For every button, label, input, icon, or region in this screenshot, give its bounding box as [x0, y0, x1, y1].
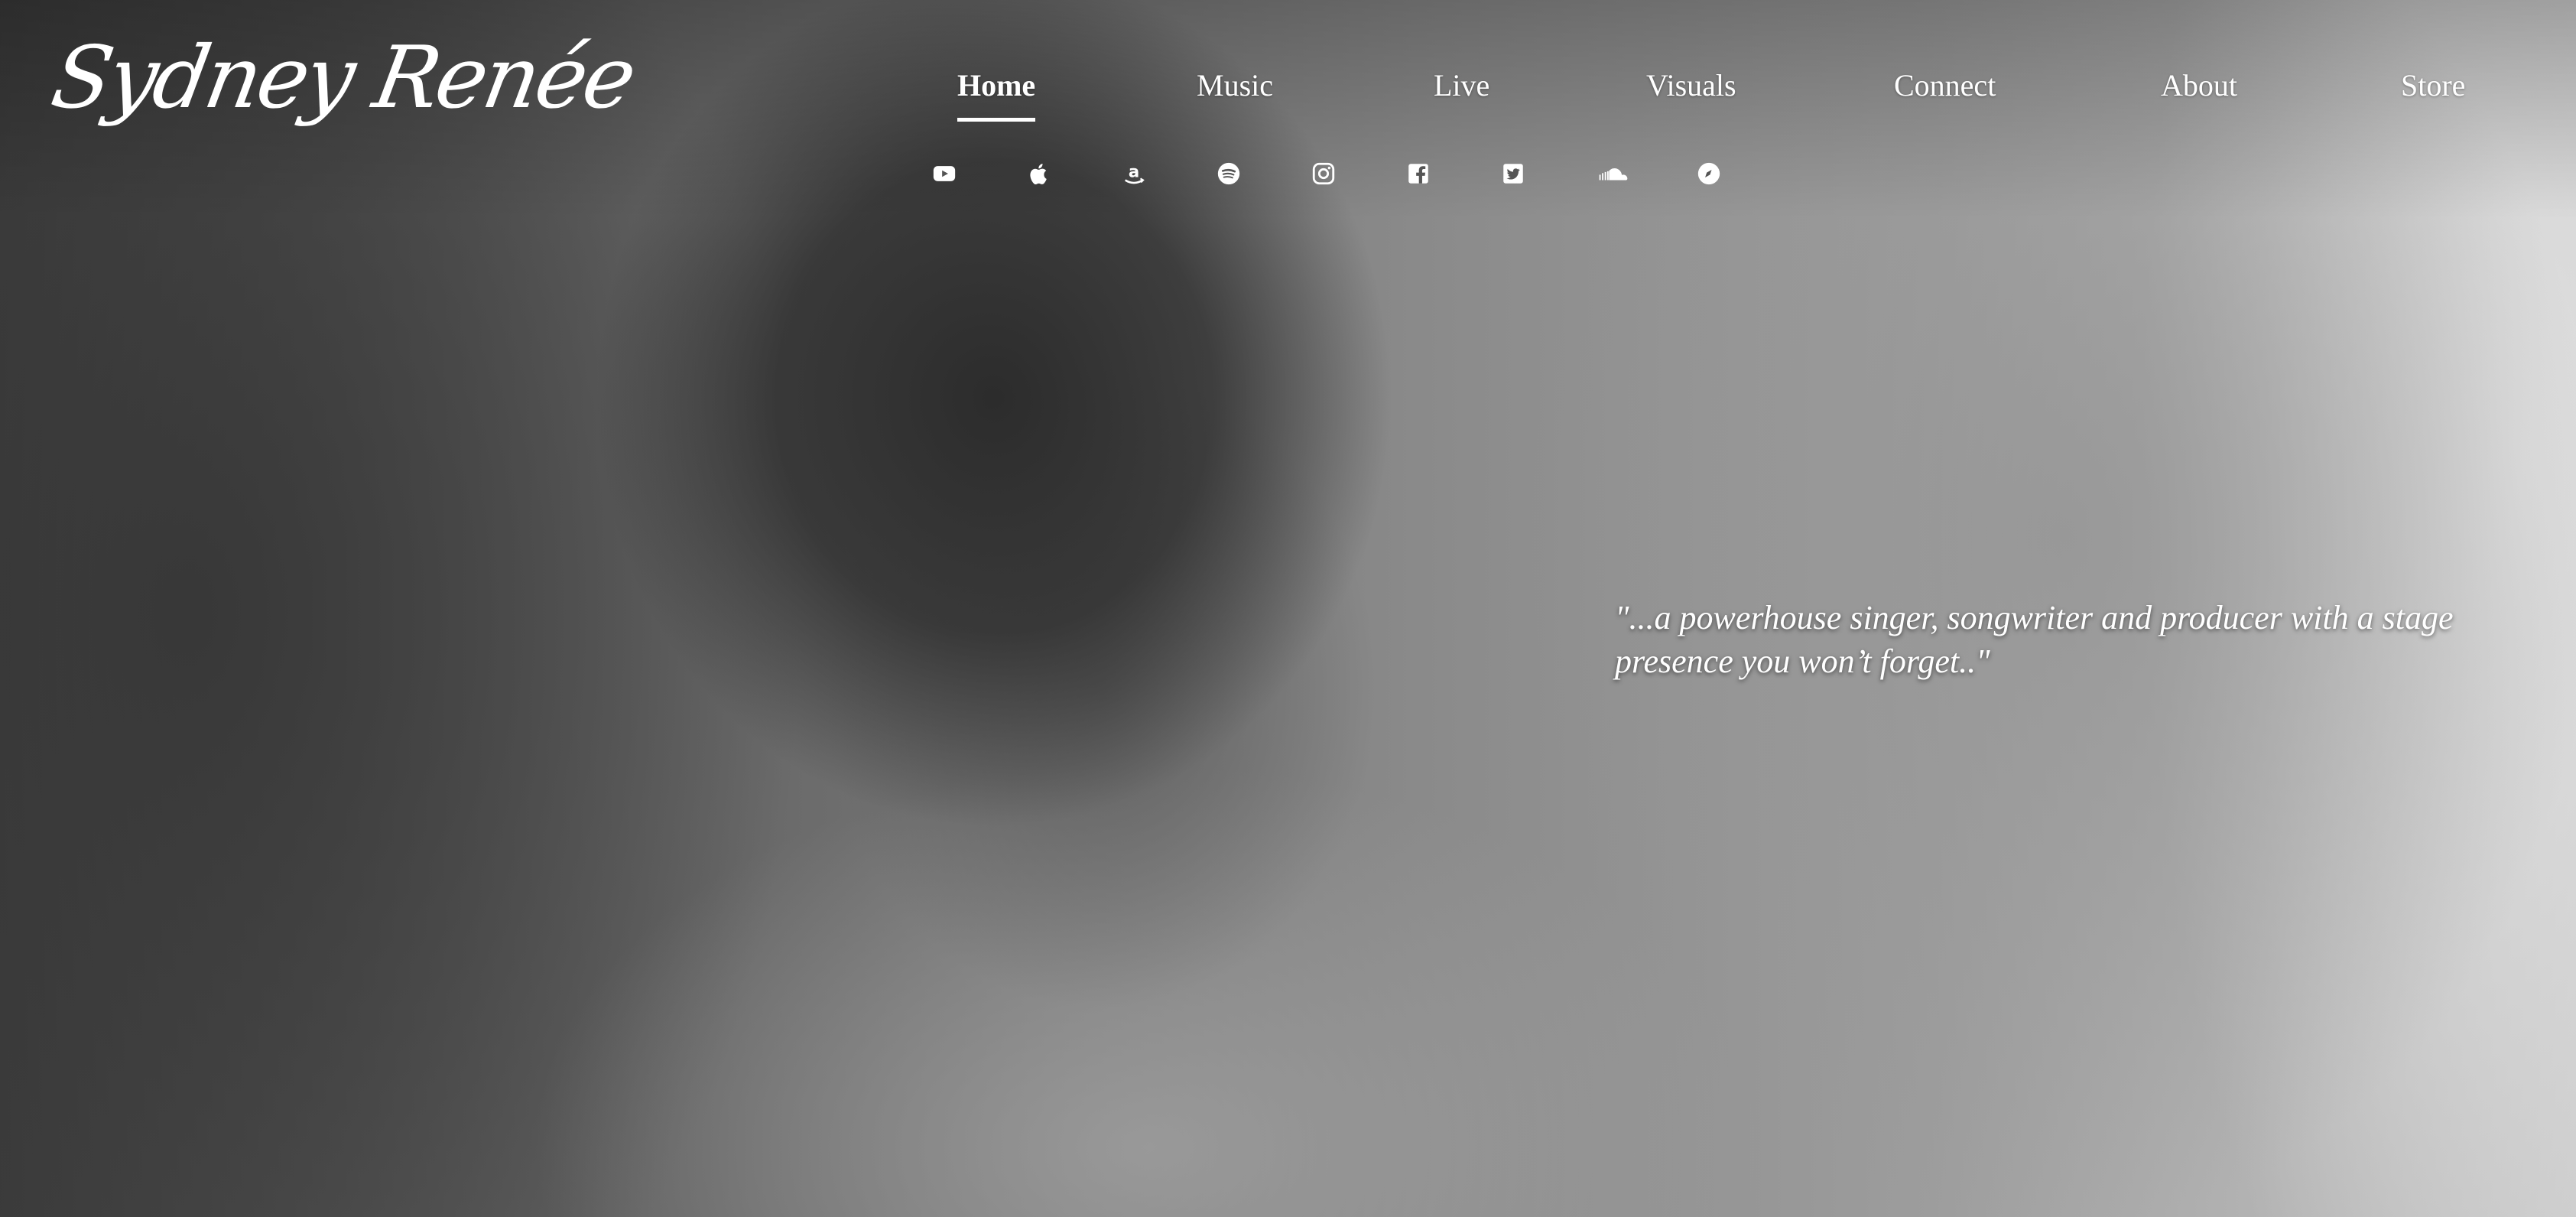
nav-item-live[interactable]: Live: [1434, 67, 1489, 103]
nav-item-home[interactable]: Home: [957, 67, 1036, 122]
site-logo[interactable]: Sydney Renée: [45, 21, 641, 159]
main-nav: Home Music Live Visuals Connect About St…: [918, 67, 2516, 129]
nav-item-visuals[interactable]: Visuals: [1646, 67, 1736, 103]
logo-signature: Sydney Renée: [44, 28, 641, 128]
svg-text:a: a: [1129, 162, 1139, 181]
instagram-icon[interactable]: [1311, 161, 1337, 187]
page: Sydney Renée Home Music Live Visuals Con…: [0, 0, 2576, 1217]
apple-icon[interactable]: [1026, 161, 1052, 187]
nav-item-music[interactable]: Music: [1197, 67, 1273, 103]
hero-quote: "...a powerhouse singer, songwriter and …: [1615, 599, 2454, 680]
soundcloud-icon[interactable]: [1595, 161, 1632, 187]
twitter-icon[interactable]: [1500, 161, 1526, 187]
facebook-icon[interactable]: [1405, 161, 1431, 187]
spotify-icon[interactable]: [1216, 161, 1242, 187]
amazon-icon[interactable]: a: [1121, 161, 1147, 187]
nav-item-store[interactable]: Store: [2401, 67, 2465, 103]
nav-item-connect[interactable]: Connect: [1894, 67, 1996, 103]
nav-item-about[interactable]: About: [2161, 67, 2237, 103]
bandsintown-icon[interactable]: [1696, 161, 1722, 187]
youtube-icon[interactable]: [931, 161, 957, 187]
